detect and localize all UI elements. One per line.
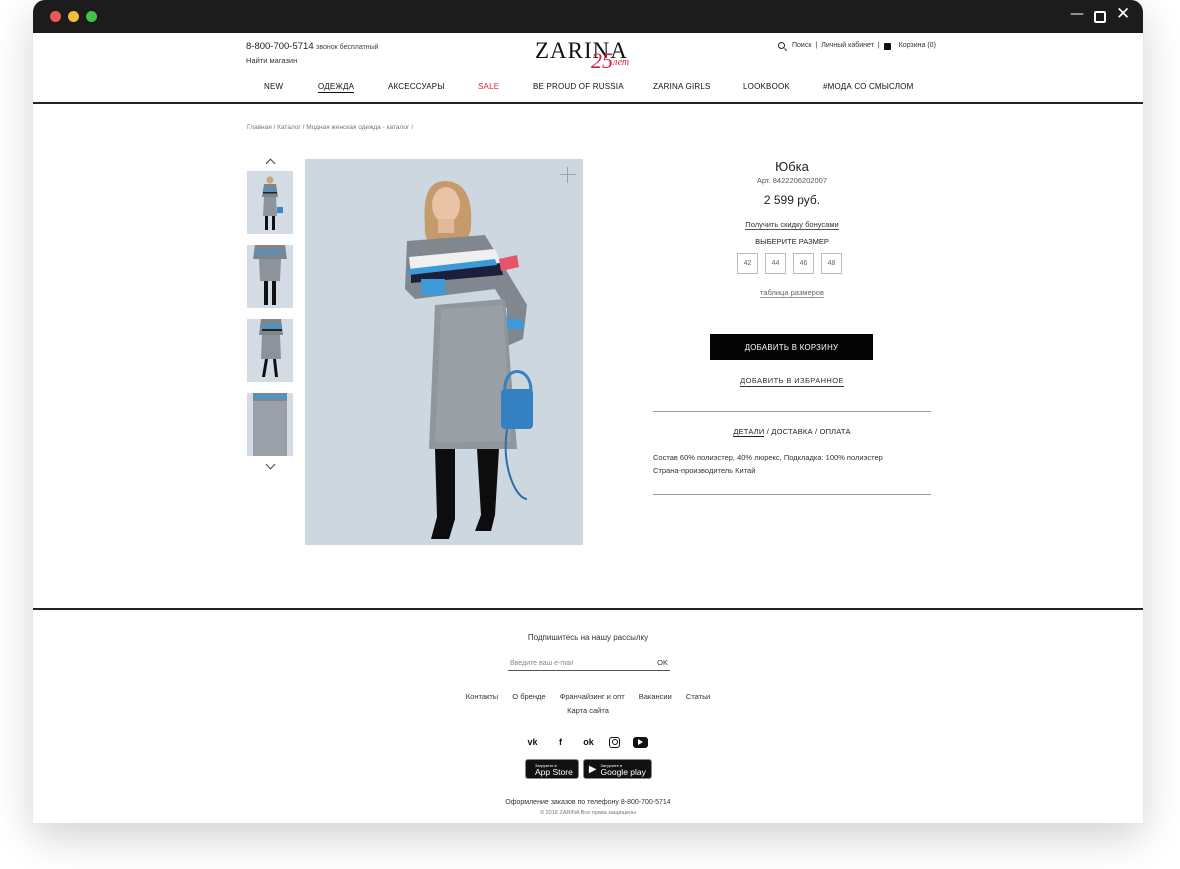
account-link[interactable]: Личный кабинет — [821, 42, 874, 49]
thumbs-down-chevron-icon[interactable] — [265, 459, 276, 471]
app-store-button[interactable]: Загрузите в App Store — [525, 759, 579, 779]
thumbnail-2[interactable] — [247, 245, 293, 308]
size-label: ВЫБЕРИТЕ РАЗМЕР — [755, 237, 829, 246]
product-price: 2 599 руб. — [763, 193, 821, 207]
size-selector: 42 44 46 48 — [737, 253, 842, 274]
country-text: Страна-производитель Китай — [653, 466, 756, 475]
youtube-icon[interactable] — [633, 736, 648, 748]
find-store-link[interactable]: Найти магазин — [246, 56, 297, 65]
cart-link[interactable]: Корзина (0) — [899, 42, 936, 49]
logo-anniversary: 25 — [591, 48, 613, 73]
product-details: Состав 60% полиэстер, 40% люрекс, Подкла… — [653, 451, 931, 477]
thumbnail-1[interactable] — [247, 171, 293, 234]
header-user-links: Поиск | Личный кабинет | Корзина (0) — [778, 42, 936, 50]
product-article: Арт. 8422206202007 — [756, 176, 827, 185]
google-play-icon: ▶ — [588, 763, 597, 775]
footer-divider — [33, 608, 1143, 610]
tab-details[interactable]: ДЕТАЛИ — [733, 427, 765, 437]
footer-links: Контакты О бренде Франчайзинг и опт Вака… — [33, 692, 1143, 701]
google-play-label: Google play — [600, 767, 646, 777]
phone-number[interactable]: 8-800-700-5714 — [246, 41, 314, 52]
nav-item-be-proud[interactable]: BE PROUD OF RUSSIA — [533, 82, 624, 91]
minimize-icon[interactable]: — — [1070, 6, 1084, 22]
size-option[interactable]: 44 — [765, 253, 786, 274]
newsletter-form: OK — [508, 657, 670, 671]
add-to-favorites-link[interactable]: ДОБАВИТЬ В ИЗБРАННОЕ — [653, 376, 931, 387]
size-table-label[interactable]: таблица размеров — [760, 288, 824, 298]
search-link[interactable]: Поиск — [792, 42, 811, 49]
maximize-dot-icon[interactable] — [86, 11, 97, 22]
instagram-icon[interactable] — [609, 736, 620, 748]
nav-item-zarina-girls[interactable]: ZARINA GIRLS — [653, 82, 711, 91]
social-links: vk f ok — [525, 736, 648, 748]
thumbs-up-chevron-icon[interactable] — [265, 157, 276, 169]
subscribe-ok-button[interactable]: OK — [657, 658, 668, 667]
product-title: Юбка — [775, 159, 809, 174]
app-store-label: App Store — [535, 767, 573, 777]
logo-anniversary-suffix: лет — [613, 57, 630, 68]
odnoklassniki-icon[interactable]: ok — [581, 736, 596, 748]
footer-link-sitemap[interactable]: Карта сайта — [33, 706, 1143, 715]
bonus-discount-link[interactable]: Получить скидку бонусами — [653, 220, 931, 230]
footer-link-contacts[interactable]: Контакты — [466, 692, 498, 701]
add-to-favorites-label[interactable]: ДОБАВИТЬ В ИЗБРАННОЕ — [740, 376, 844, 387]
divider: | — [877, 42, 880, 49]
header-phone[interactable]: 8-800-700-5714 звонок бесплатный — [246, 41, 379, 52]
browser-window: — ✕ 8-800-700-5714 звонок бесплатный Най… — [33, 0, 1143, 823]
footer-link-articles[interactable]: Статьи — [686, 692, 710, 701]
nav-item-new[interactable]: NEW — [264, 82, 283, 91]
nav-item-lookbook[interactable]: LOOKBOOK — [743, 82, 790, 91]
copyright-text: © 2018 ZARINA Все права защищены — [540, 810, 636, 816]
bonus-discount-label[interactable]: Получить скидку бонусами — [745, 220, 839, 230]
product-page: 8-800-700-5714 звонок бесплатный Найти м… — [33, 33, 1143, 823]
info-tabs: ДЕТАЛИ / ДОСТАВКА / ОПЛАТА — [653, 427, 931, 437]
thumbnail-3[interactable] — [247, 319, 293, 382]
footer-link-franchise[interactable]: Франчайзинг и опт — [560, 692, 625, 701]
nav-item-sale[interactable]: SALE — [478, 82, 499, 91]
google-play-button[interactable]: ▶ Загрузите в Google play — [582, 759, 652, 779]
composition-text: Состав 60% полиэстер, 40% люрекс, Подкла… — [653, 453, 883, 462]
window-titlebar: — ✕ — [33, 0, 1143, 33]
email-input[interactable] — [510, 657, 650, 669]
phone-note: звонок бесплатный — [316, 44, 379, 51]
shopping-bag-icon[interactable] — [883, 43, 891, 50]
thumbnail-4[interactable] — [247, 393, 293, 456]
subscribe-title: Подпишитесь на нашу рассылку — [527, 633, 649, 642]
vk-icon[interactable]: vk — [525, 736, 540, 748]
close-icon[interactable]: ✕ — [1116, 6, 1130, 23]
tab-payment[interactable]: ОПЛАТА — [820, 427, 851, 436]
minimize-dot-icon[interactable] — [68, 11, 79, 22]
header-divider — [33, 102, 1143, 104]
order-phone-text: Оформление заказов по телефону 8-800-700… — [505, 799, 671, 806]
maximize-icon[interactable] — [1094, 11, 1106, 23]
zoom-plus-icon[interactable] — [560, 167, 576, 183]
footer-link-vacancies[interactable]: Вакансии — [639, 692, 672, 701]
size-option[interactable]: 46 — [793, 253, 814, 274]
size-table-link[interactable]: таблица размеров — [653, 288, 931, 298]
add-to-cart-button[interactable]: ДОБАВИТЬ В КОРЗИНУ — [710, 334, 873, 360]
nav-item-clothing[interactable]: ОДЕЖДА — [318, 82, 355, 93]
breadcrumb[interactable]: Главная / Каталог / Модная женская одежд… — [247, 124, 413, 131]
size-option[interactable]: 42 — [737, 253, 758, 274]
main-product-image[interactable] — [305, 159, 583, 545]
info-divider — [653, 494, 931, 495]
footer-link-about[interactable]: О бренде — [512, 692, 545, 701]
nav-item-moda[interactable]: #МОДА СО СМЫСЛОМ — [823, 82, 913, 91]
tab-delivery[interactable]: ДОСТАВКА — [771, 427, 812, 436]
nav-item-accessories[interactable]: АКСЕССУАРЫ — [388, 82, 445, 91]
size-option[interactable]: 48 — [821, 253, 842, 274]
search-icon[interactable] — [778, 42, 785, 49]
info-divider — [653, 411, 931, 412]
close-dot-icon[interactable] — [50, 11, 61, 22]
facebook-icon[interactable]: f — [553, 736, 568, 748]
divider: | — [815, 42, 818, 49]
app-store-buttons: Загрузите в App Store ▶ Загрузите в Google… — [525, 759, 652, 779]
